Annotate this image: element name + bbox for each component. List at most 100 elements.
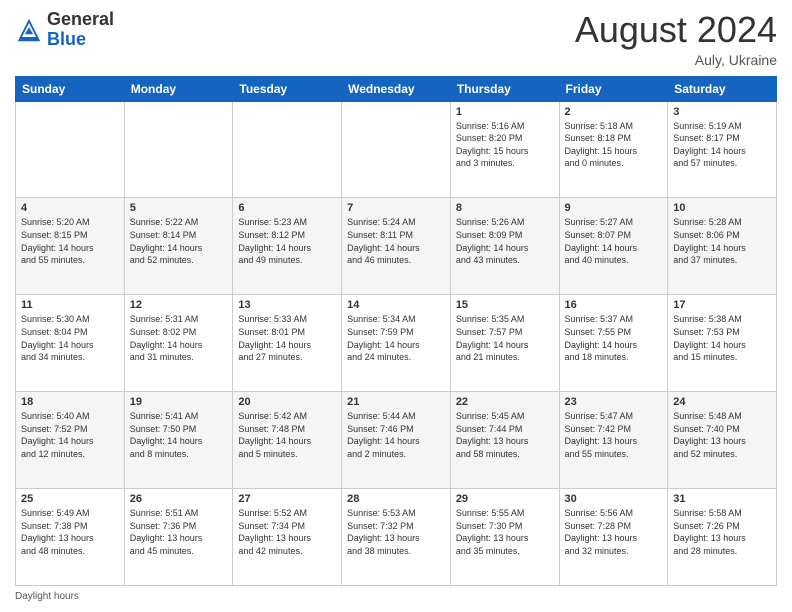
location: Auly, Ukraine xyxy=(575,52,777,68)
calendar-cell: 29Sunrise: 5:55 AM Sunset: 7:30 PM Dayli… xyxy=(450,489,559,586)
calendar-cell: 4 Sunrise: 5:20 AM Sunset: 8:15 PM Daylig… xyxy=(16,198,125,295)
day-info: Sunrise: 5:38 AM Sunset: 7:53 PM Dayligh… xyxy=(673,313,771,363)
footer: Daylight hours xyxy=(15,591,777,602)
day-info: Sunrise: 5:24 AM Sunset: 8:11 PM Dayligh… xyxy=(347,216,445,266)
day-info: Sunrise: 5:53 AM Sunset: 7:32 PM Dayligh… xyxy=(347,507,445,557)
day-info: Sunrise: 5:48 AM Sunset: 7:40 PM Dayligh… xyxy=(673,410,771,460)
calendar-cell: 3Sunrise: 5:19 AM Sunset: 8:17 PM Daylig… xyxy=(668,101,777,198)
month-title: August 2024 xyxy=(575,10,777,50)
day-number: 21 xyxy=(347,396,445,408)
day-number: 1 xyxy=(456,106,554,118)
calendar-cell xyxy=(233,101,342,198)
day-number: 25 xyxy=(21,493,119,505)
calendar-cell: 24 Sunrise: 5:48 AM Sunset: 7:40 PM Dayli… xyxy=(668,392,777,489)
calendar-cell: 26Sunrise: 5:51 AM Sunset: 7:36 PM Dayli… xyxy=(124,489,233,586)
day-number: 14 xyxy=(347,299,445,311)
calendar-cell xyxy=(124,101,233,198)
day-info: Sunrise: 5:27 AM Sunset: 8:07 PM Dayligh… xyxy=(565,216,663,266)
calendar-cell: 12 Sunrise: 5:31 AM Sunset: 8:02 PM Dayli… xyxy=(124,295,233,392)
day-number: 13 xyxy=(238,299,336,311)
calendar-cell: 25 Sunrise: 5:49 AM Sunset: 7:38 PM Dayli… xyxy=(16,489,125,586)
calendar-cell: 21 Sunrise: 5:44 AM Sunset: 7:46 PM Dayli… xyxy=(342,392,451,489)
calendar-cell xyxy=(16,101,125,198)
calendar-table: SundayMondayTuesdayWednesdayThursdayFrid… xyxy=(15,76,777,586)
day-info: Sunrise: 5:56 AM Sunset: 7:28 PM Dayligh… xyxy=(565,507,663,557)
calendar-header-row: SundayMondayTuesdayWednesdayThursdayFrid… xyxy=(16,76,777,101)
logo-general-text: General xyxy=(47,9,114,29)
calendar-cell: 6Sunrise: 5:23 AM Sunset: 8:12 PM Daylig… xyxy=(233,198,342,295)
day-info: Sunrise: 5:49 AM Sunset: 7:38 PM Dayligh… xyxy=(21,507,119,557)
logo-icon xyxy=(15,16,43,44)
day-info: Sunrise: 5:34 AM Sunset: 7:59 PM Dayligh… xyxy=(347,313,445,363)
day-info: Sunrise: 5:47 AM Sunset: 7:42 PM Dayligh… xyxy=(565,410,663,460)
day-info: Sunrise: 5:23 AM Sunset: 8:12 PM Dayligh… xyxy=(238,216,336,266)
page: General Blue August 2024 Auly, Ukraine S… xyxy=(0,0,792,612)
day-info: Sunrise: 5:31 AM Sunset: 8:02 PM Dayligh… xyxy=(130,313,228,363)
day-info: Sunrise: 5:41 AM Sunset: 7:50 PM Dayligh… xyxy=(130,410,228,460)
day-number: 31 xyxy=(673,493,771,505)
day-number: 10 xyxy=(673,202,771,214)
calendar-cell: 18Sunrise: 5:40 AM Sunset: 7:52 PM Dayli… xyxy=(16,392,125,489)
calendar-day-header: Monday xyxy=(124,76,233,101)
day-info: Sunrise: 5:55 AM Sunset: 7:30 PM Dayligh… xyxy=(456,507,554,557)
day-info: Sunrise: 5:58 AM Sunset: 7:26 PM Dayligh… xyxy=(673,507,771,557)
day-number: 12 xyxy=(130,299,228,311)
logo: General Blue xyxy=(15,10,114,50)
calendar-day-header: Wednesday xyxy=(342,76,451,101)
day-number: 16 xyxy=(565,299,663,311)
calendar-cell: 10 Sunrise: 5:28 AM Sunset: 8:06 PM Dayli… xyxy=(668,198,777,295)
calendar-day-header: Friday xyxy=(559,76,668,101)
calendar-cell: 13 Sunrise: 5:33 AM Sunset: 8:01 PM Dayli… xyxy=(233,295,342,392)
calendar-cell: 9 Sunrise: 5:27 AM Sunset: 8:07 PM Daylig… xyxy=(559,198,668,295)
day-number: 11 xyxy=(21,299,119,311)
day-number: 19 xyxy=(130,396,228,408)
calendar-cell: 7 Sunrise: 5:24 AM Sunset: 8:11 PM Daylig… xyxy=(342,198,451,295)
calendar-cell: 27Sunrise: 5:52 AM Sunset: 7:34 PM Dayli… xyxy=(233,489,342,586)
calendar-cell: 2Sunrise: 5:18 AM Sunset: 8:18 PM Daylig… xyxy=(559,101,668,198)
calendar-cell: 28 Sunrise: 5:53 AM Sunset: 7:32 PM Dayli… xyxy=(342,489,451,586)
calendar-cell xyxy=(342,101,451,198)
calendar-cell: 23 Sunrise: 5:47 AM Sunset: 7:42 PM Dayli… xyxy=(559,392,668,489)
title-block: August 2024 Auly, Ukraine xyxy=(575,10,777,68)
header: General Blue August 2024 Auly, Ukraine xyxy=(15,10,777,68)
day-number: 23 xyxy=(565,396,663,408)
calendar-cell: 16Sunrise: 5:37 AM Sunset: 7:55 PM Dayli… xyxy=(559,295,668,392)
day-info: Sunrise: 5:33 AM Sunset: 8:01 PM Dayligh… xyxy=(238,313,336,363)
day-info: Sunrise: 5:30 AM Sunset: 8:04 PM Dayligh… xyxy=(21,313,119,363)
logo-blue-text: Blue xyxy=(47,29,86,49)
day-number: 28 xyxy=(347,493,445,505)
day-number: 26 xyxy=(130,493,228,505)
day-number: 9 xyxy=(565,202,663,214)
calendar-cell: 30Sunrise: 5:56 AM Sunset: 7:28 PM Dayli… xyxy=(559,489,668,586)
day-number: 7 xyxy=(347,202,445,214)
day-info: Sunrise: 5:28 AM Sunset: 8:06 PM Dayligh… xyxy=(673,216,771,266)
calendar-cell: 22 Sunrise: 5:45 AM Sunset: 7:44 PM Dayli… xyxy=(450,392,559,489)
calendar-week-row: 4 Sunrise: 5:20 AM Sunset: 8:15 PM Daylig… xyxy=(16,198,777,295)
calendar-cell: 15Sunrise: 5:35 AM Sunset: 7:57 PM Dayli… xyxy=(450,295,559,392)
footer-label: Daylight hours xyxy=(15,591,79,602)
day-number: 4 xyxy=(21,202,119,214)
day-info: Sunrise: 5:16 AM Sunset: 8:20 PM Dayligh… xyxy=(456,120,554,170)
calendar-week-row: 25 Sunrise: 5:49 AM Sunset: 7:38 PM Dayli… xyxy=(16,489,777,586)
day-number: 22 xyxy=(456,396,554,408)
day-info: Sunrise: 5:44 AM Sunset: 7:46 PM Dayligh… xyxy=(347,410,445,460)
day-number: 24 xyxy=(673,396,771,408)
calendar-week-row: 11 Sunrise: 5:30 AM Sunset: 8:04 PM Dayli… xyxy=(16,295,777,392)
day-number: 15 xyxy=(456,299,554,311)
calendar-cell: 5Sunrise: 5:22 AM Sunset: 8:14 PM Daylig… xyxy=(124,198,233,295)
calendar-cell: 11 Sunrise: 5:30 AM Sunset: 8:04 PM Dayli… xyxy=(16,295,125,392)
day-number: 18 xyxy=(21,396,119,408)
day-number: 27 xyxy=(238,493,336,505)
calendar-day-header: Thursday xyxy=(450,76,559,101)
day-info: Sunrise: 5:45 AM Sunset: 7:44 PM Dayligh… xyxy=(456,410,554,460)
calendar-day-header: Tuesday xyxy=(233,76,342,101)
calendar-cell: 20Sunrise: 5:42 AM Sunset: 7:48 PM Dayli… xyxy=(233,392,342,489)
calendar-cell: 14 Sunrise: 5:34 AM Sunset: 7:59 PM Dayli… xyxy=(342,295,451,392)
calendar-cell: 8Sunrise: 5:26 AM Sunset: 8:09 PM Daylig… xyxy=(450,198,559,295)
calendar-cell: 1 Sunrise: 5:16 AM Sunset: 8:20 PM Daylig… xyxy=(450,101,559,198)
day-number: 3 xyxy=(673,106,771,118)
day-number: 20 xyxy=(238,396,336,408)
calendar-cell: 31 Sunrise: 5:58 AM Sunset: 7:26 PM Dayli… xyxy=(668,489,777,586)
calendar-day-header: Saturday xyxy=(668,76,777,101)
day-info: Sunrise: 5:20 AM Sunset: 8:15 PM Dayligh… xyxy=(21,216,119,266)
